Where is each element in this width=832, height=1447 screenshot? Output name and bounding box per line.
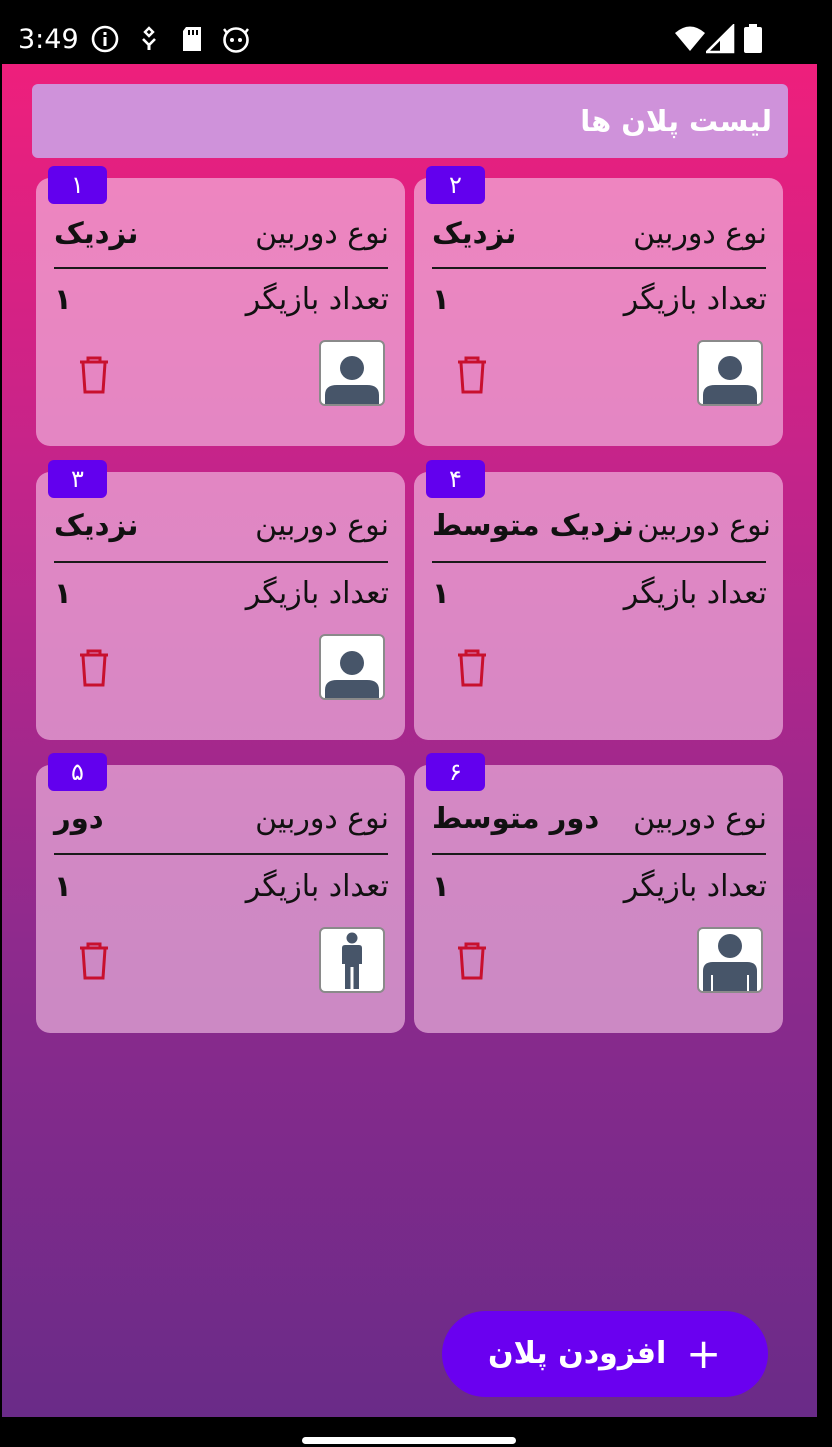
- camera-type-value: نزدیک متوسط: [432, 508, 635, 542]
- row-divider: [432, 267, 766, 269]
- status-time: 3:49: [18, 24, 79, 55]
- trash-icon[interactable]: [76, 941, 112, 981]
- info-icon: [91, 25, 119, 53]
- camera-type-label: نوع دوربین: [255, 801, 389, 836]
- player-count-value: ۱: [432, 869, 450, 903]
- app-content: لیست پلان ها ۱ نوع دوربین نزدیک تعداد با…: [2, 64, 817, 1417]
- battery-icon: [744, 24, 762, 53]
- trash-icon[interactable]: [454, 355, 490, 395]
- camera-type-label: نوع دوربین: [255, 508, 389, 543]
- camera-type-value: نزدیک: [54, 216, 139, 250]
- phone-screen: 3:49 لیست پلان ها ۱ نوع دوربین نزدیک تعد…: [0, 0, 832, 1447]
- player-count-label: تعداد بازیگر: [245, 869, 389, 904]
- page-title: لیست پلان ها: [580, 104, 772, 138]
- medium-shot-person-icon: [697, 927, 763, 993]
- plan-card-5[interactable]: ۵ نوع دوربین دور تعداد بازیگر ۱: [36, 753, 405, 1033]
- plan-card-4[interactable]: ۴ نوع دوربین نزدیک متوسط تعداد بازیگر ۱: [414, 460, 783, 740]
- camera-type-label: نوع دوربین: [633, 216, 767, 251]
- screen-edge: [817, 64, 832, 1417]
- signal-icon: [706, 24, 735, 54]
- player-count-value: ۱: [54, 576, 72, 610]
- plan-number-badge: ۲: [426, 166, 485, 204]
- player-count-value: ۱: [54, 869, 72, 903]
- usb-debug-icon: [142, 26, 156, 50]
- camera-type-value: نزدیک: [432, 216, 517, 250]
- trash-icon[interactable]: [454, 648, 490, 688]
- player-count-label: تعداد بازیگر: [623, 282, 767, 317]
- android-face-icon: [223, 27, 249, 53]
- player-count-label: تعداد بازیگر: [245, 282, 389, 317]
- player-count-value: ۱: [432, 282, 450, 316]
- player-count-label: تعداد بازیگر: [245, 576, 389, 611]
- plan-number-badge: ۵: [48, 753, 107, 791]
- close-up-person-icon: [319, 340, 385, 406]
- row-divider: [432, 561, 766, 563]
- page-header: لیست پلان ها: [32, 84, 788, 158]
- plan-card-2[interactable]: ۲ نوع دوربین نزدیک تعداد بازیگر ۱: [414, 166, 783, 446]
- plan-card-6[interactable]: ۶ نوع دوربین دور متوسط تعداد بازیگر ۱: [414, 753, 783, 1033]
- plan-number-badge: ۱: [48, 166, 107, 204]
- camera-type-label: نوع دوربین: [255, 216, 389, 251]
- add-plan-button[interactable]: افزودن پلان +: [442, 1311, 768, 1397]
- plus-icon: +: [686, 1329, 722, 1378]
- plan-number-badge: ۳: [48, 460, 107, 498]
- player-count-value: ۱: [432, 576, 450, 610]
- player-count-label: تعداد بازیگر: [623, 869, 767, 904]
- plan-card-3[interactable]: ۳ نوع دوربین نزدیک تعداد بازیگر ۱: [36, 460, 405, 740]
- row-divider: [54, 561, 388, 563]
- row-divider: [54, 853, 388, 855]
- home-handle[interactable]: [302, 1437, 516, 1444]
- plan-card-1[interactable]: ۱ نوع دوربین نزدیک تعداد بازیگر ۱: [36, 166, 405, 446]
- trash-icon[interactable]: [454, 941, 490, 981]
- sd-card-icon: [183, 27, 201, 51]
- row-divider: [432, 853, 766, 855]
- row-divider: [54, 267, 388, 269]
- status-bar: 3:49: [0, 0, 832, 64]
- camera-type-label: نوع دوربین: [637, 508, 771, 543]
- add-plan-label: افزودن پلان: [488, 1336, 667, 1371]
- plan-number-badge: ۶: [426, 753, 485, 791]
- wifi-icon: [675, 26, 705, 51]
- camera-type-value: دور: [54, 801, 104, 835]
- camera-type-value: نزدیک: [54, 508, 139, 542]
- full-body-person-icon: [319, 927, 385, 993]
- camera-type-label: نوع دوربین: [633, 801, 767, 836]
- camera-type-value: دور متوسط: [432, 801, 600, 835]
- trash-icon[interactable]: [76, 648, 112, 688]
- close-up-person-icon: [697, 340, 763, 406]
- trash-icon[interactable]: [76, 355, 112, 395]
- plan-number-badge: ۴: [426, 460, 485, 498]
- close-up-person-icon: [319, 634, 385, 700]
- player-count-value: ۱: [54, 282, 72, 316]
- player-count-label: تعداد بازیگر: [623, 576, 767, 611]
